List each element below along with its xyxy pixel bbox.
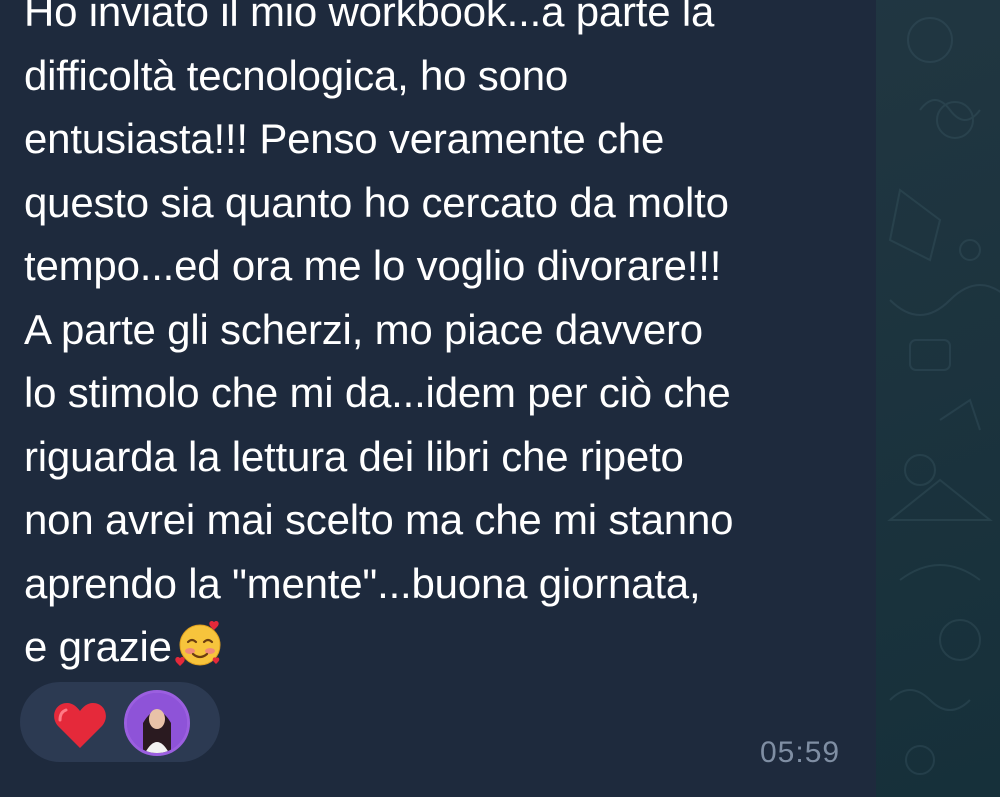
reaction-pill[interactable] xyxy=(20,682,220,762)
message-line: non avrei mai scelto ma che mi stanno xyxy=(24,496,734,543)
chat-wallpaper-doodles xyxy=(887,17,1000,775)
message-line: riguarda la lettura dei libri che ripeto xyxy=(24,432,684,480)
message-line: lo stimolo che mi da...idem per ciò che xyxy=(24,369,731,416)
message-text: Ho inviato il mio workbook...a parte la … xyxy=(24,0,864,679)
avatar-photo xyxy=(127,693,187,753)
heart-icon xyxy=(54,703,106,748)
message-line: aprendo la "mente"...buona giornata, xyxy=(24,559,701,607)
message-line: questo sia quanto ho cercato da molto xyxy=(24,178,729,226)
message-line: Ho inviato il mio workbook...a parte la xyxy=(24,0,715,35)
smiling-face-with-hearts-icon xyxy=(175,620,221,666)
message-line: e grazie xyxy=(24,623,172,670)
message-line: tempo...ed ora me lo voglio divorare!!! xyxy=(24,242,722,289)
message-line: A parte gli scherzi, mo piace davvero xyxy=(24,305,703,353)
reactor-avatar[interactable] xyxy=(124,690,190,756)
message-line: difficoltà tecnologica, ho sono xyxy=(24,51,569,99)
message-timestamp: 05:59 xyxy=(760,736,841,769)
message-bubble[interactable]: Ho inviato il mio workbook...a parte la … xyxy=(0,0,876,797)
message-line: entusiasta!!! Penso veramente che xyxy=(24,115,665,162)
